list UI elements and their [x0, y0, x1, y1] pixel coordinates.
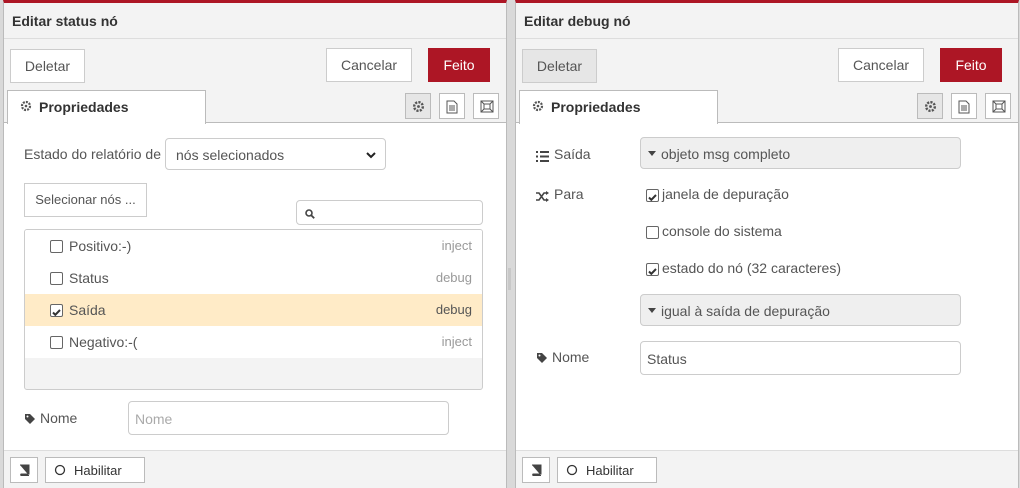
report-scope-select[interactable]: nós selecionados	[165, 138, 386, 170]
caret-down-icon	[648, 308, 656, 313]
gear-icon[interactable]	[917, 93, 943, 119]
system-console-checkbox[interactable]	[646, 226, 659, 239]
node-type: inject	[441, 238, 472, 253]
tray-toolbar: Deletar Cancelar Feito	[516, 39, 1018, 89]
tray-title: Editar status nó	[12, 13, 118, 29]
debug-window-checkbox[interactable]	[646, 189, 659, 202]
list-icon	[536, 149, 549, 165]
circle-icon	[566, 464, 578, 479]
layout-icon[interactable]	[985, 93, 1011, 119]
description-icon[interactable]	[951, 93, 977, 119]
search-input[interactable]	[296, 200, 483, 225]
checkmark-icon	[52, 309, 61, 317]
tag-icon	[536, 351, 548, 367]
edit-status-node-panel: Editar status nó Deletar Cancelar Feito …	[3, 0, 507, 488]
name-label: Nome	[552, 349, 590, 365]
node-type: inject	[441, 334, 472, 349]
name-placeholder: Nome	[135, 411, 173, 427]
description-icon[interactable]	[439, 93, 465, 119]
tray-title: Editar debug nó	[524, 13, 631, 29]
done-button[interactable]: Feito	[428, 48, 490, 82]
tab-properties[interactable]: Propriedades	[7, 90, 206, 124]
resize-handle[interactable]	[508, 268, 511, 290]
tray-header: Editar debug nó	[516, 3, 1018, 39]
cancel-button[interactable]: Cancelar	[838, 48, 924, 82]
enable-toggle[interactable]: Habilitar	[557, 457, 657, 483]
status-type-value: igual à saída de depuração	[661, 303, 830, 319]
select-nodes-button[interactable]: Selecionar nós ...	[24, 183, 147, 217]
status-type-select[interactable]: igual à saída de depuração	[640, 294, 961, 326]
tab-bar: Propriedades	[516, 89, 1018, 124]
delete-button[interactable]: Deletar	[522, 49, 597, 83]
enable-label: Habilitar	[74, 463, 122, 478]
name-input[interactable]: Nome	[128, 401, 449, 435]
node-checkbox[interactable]	[50, 240, 63, 253]
node-name: Saída	[69, 302, 106, 318]
node-type: debug	[435, 302, 472, 317]
shuffle-icon	[536, 189, 549, 205]
node-checkbox[interactable]	[50, 336, 63, 349]
circle-icon	[54, 464, 66, 479]
caret-down-icon	[648, 151, 656, 156]
list-item[interactable]: Negativo:-( inject	[25, 326, 482, 358]
list-item[interactable]: Saída debug	[25, 294, 482, 326]
checkmark-icon	[648, 194, 657, 202]
layout-icon[interactable]	[473, 93, 499, 119]
report-label: Estado do relatório de	[24, 146, 161, 162]
delete-button[interactable]: Deletar	[10, 49, 85, 83]
gear-icon[interactable]	[405, 93, 431, 119]
cancel-button[interactable]: Cancelar	[326, 48, 412, 82]
search-icon	[305, 206, 315, 222]
tab-label: Propriedades	[39, 99, 129, 115]
gear-icon	[532, 99, 544, 115]
tab-bar: Propriedades	[4, 89, 506, 124]
tab-label: Propriedades	[551, 99, 641, 115]
book-icon[interactable]	[10, 457, 38, 483]
system-console-label: console do sistema	[662, 223, 782, 239]
output-label: Saída	[554, 146, 591, 162]
to-label: Para	[554, 186, 584, 202]
list-item[interactable]: Status debug	[25, 262, 482, 294]
chevron-down-icon	[365, 148, 377, 164]
node-checkbox[interactable]	[50, 272, 63, 285]
name-label: Nome	[40, 410, 78, 426]
node-name: Status	[69, 270, 109, 286]
output-select[interactable]: objeto msg completo	[640, 137, 961, 169]
node-name: Positivo:-)	[69, 238, 132, 254]
node-checkbox[interactable]	[50, 304, 63, 317]
checkmark-icon	[648, 268, 657, 276]
debug-window-label: janela de depuração	[662, 186, 789, 202]
gear-icon	[20, 99, 32, 115]
tray-toolbar: Deletar Cancelar Feito	[4, 39, 506, 89]
done-button[interactable]: Feito	[940, 48, 1002, 82]
output-value: objeto msg completo	[661, 146, 791, 162]
enable-toggle[interactable]: Habilitar	[45, 457, 145, 483]
tab-properties[interactable]: Propriedades	[519, 90, 718, 124]
edit-debug-node-panel: Editar debug nó Deletar Cancelar Feito P…	[515, 0, 1019, 488]
book-icon[interactable]	[522, 457, 550, 483]
name-input[interactable]: Status	[640, 341, 961, 375]
node-type: debug	[435, 270, 472, 285]
tray-header: Editar status nó	[4, 3, 506, 39]
tray-footer: Habilitar	[4, 450, 506, 488]
name-value: Status	[647, 351, 687, 367]
list-item[interactable]: Positivo:-) inject	[25, 230, 482, 262]
node-list: Positivo:-) inject Status debug Saída de…	[24, 229, 483, 390]
node-status-label: estado do nó (32 caracteres)	[662, 260, 841, 276]
node-status-checkbox[interactable]	[646, 263, 659, 276]
node-name: Negativo:-(	[69, 334, 138, 350]
tray-footer: Habilitar	[516, 450, 1018, 488]
tag-icon	[24, 412, 36, 428]
enable-label: Habilitar	[586, 463, 634, 478]
report-scope-value: nós selecionados	[176, 147, 285, 163]
